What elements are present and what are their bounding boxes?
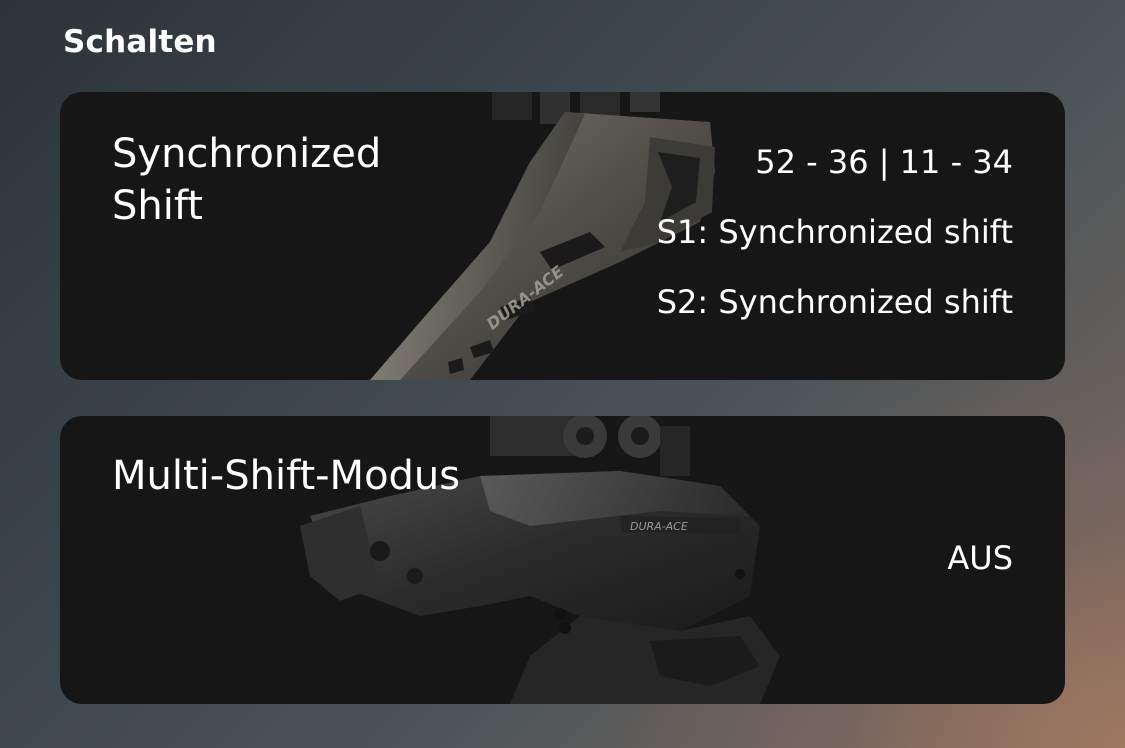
multi-shift-title: Multi-Shift-Modus [112, 453, 461, 499]
s1-mode-value: S1: Synchronized shift [656, 213, 1013, 251]
synchronized-shift-title: Synchronized Shift [112, 131, 382, 229]
multi-shift-card[interactable]: DURA-ACE Multi-Shift-Modus AUS [60, 416, 1065, 704]
multi-shift-value: AUS [947, 539, 1013, 577]
svg-text:DURA-ACE: DURA-ACE [630, 520, 688, 533]
section-title: Schalten [63, 24, 217, 60]
synchronized-shift-card[interactable]: DURA-ACE Synchronized Shift 52 - 36 | 11… [60, 92, 1065, 380]
synchronized-shift-values: 52 - 36 | 11 - 34 S1: Synchronized shift… [657, 144, 1013, 320]
gear-ratio-value: 52 - 36 | 11 - 34 [755, 143, 1013, 181]
s2-mode-value: S2: Synchronized shift [656, 283, 1013, 321]
